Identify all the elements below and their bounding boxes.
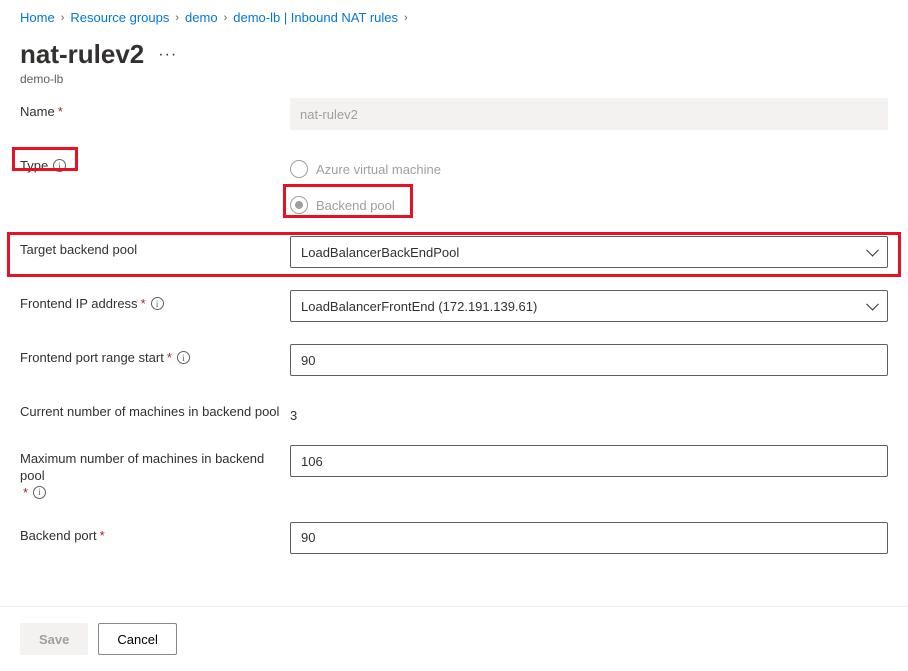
label-target-backend-pool: Target backend pool bbox=[20, 242, 137, 259]
breadcrumb-home[interactable]: Home bbox=[20, 10, 55, 25]
required-icon: * bbox=[58, 104, 63, 119]
radio-backend-pool-label: Backend pool bbox=[316, 198, 395, 213]
label-frontend-ip: Frontend IP address bbox=[20, 296, 138, 313]
page-title: nat-rulev2 bbox=[20, 39, 144, 70]
page-subtitle: demo-lb bbox=[0, 70, 908, 98]
radio-backend-pool: Backend pool bbox=[290, 192, 888, 218]
label-frontend-port-start: Frontend port range start bbox=[20, 350, 164, 367]
info-icon[interactable]: i bbox=[53, 159, 66, 172]
breadcrumb-inbound-nat[interactable]: demo-lb | Inbound NAT rules bbox=[233, 10, 398, 25]
radio-azure-vm: Azure virtual machine bbox=[290, 156, 888, 182]
chevron-right-icon: › bbox=[175, 12, 179, 24]
target-backend-pool-value: LoadBalancerBackEndPool bbox=[301, 245, 459, 260]
required-icon: * bbox=[23, 485, 28, 500]
backend-port-input[interactable] bbox=[290, 522, 888, 554]
required-icon: * bbox=[141, 296, 146, 311]
target-backend-pool-select[interactable]: LoadBalancerBackEndPool bbox=[290, 236, 888, 268]
cancel-button[interactable]: Cancel bbox=[98, 623, 176, 655]
current-machines-value: 3 bbox=[290, 398, 888, 423]
name-input: nat-rulev2 bbox=[290, 98, 888, 130]
info-icon[interactable]: i bbox=[33, 486, 46, 499]
breadcrumb: Home › Resource groups › demo › demo-lb … bbox=[0, 0, 908, 33]
radio-icon bbox=[290, 196, 308, 214]
label-type: Type bbox=[20, 158, 48, 175]
label-backend-port: Backend port bbox=[20, 528, 97, 545]
max-machines-input[interactable] bbox=[290, 445, 888, 477]
frontend-ip-select[interactable]: LoadBalancerFrontEnd (172.191.139.61) bbox=[290, 290, 888, 322]
info-icon[interactable]: i bbox=[151, 297, 164, 310]
chevron-right-icon: › bbox=[224, 12, 228, 24]
label-current-machines: Current number of machines in backend po… bbox=[20, 404, 279, 421]
more-actions-button[interactable]: ··· bbox=[158, 46, 177, 64]
radio-azure-vm-label: Azure virtual machine bbox=[316, 162, 441, 177]
label-max-machines: Maximum number of machines in backend po… bbox=[20, 451, 290, 485]
radio-icon bbox=[290, 160, 308, 178]
save-button[interactable]: Save bbox=[20, 623, 88, 655]
chevron-right-icon: › bbox=[61, 12, 65, 24]
info-icon[interactable]: i bbox=[177, 351, 190, 364]
required-icon: * bbox=[100, 528, 105, 543]
chevron-right-icon: › bbox=[404, 12, 408, 24]
footer-toolbar: Save Cancel bbox=[0, 606, 908, 671]
frontend-ip-value: LoadBalancerFrontEnd (172.191.139.61) bbox=[301, 299, 537, 314]
frontend-port-start-input[interactable] bbox=[290, 344, 888, 376]
required-icon: * bbox=[167, 350, 172, 365]
breadcrumb-demo[interactable]: demo bbox=[185, 10, 218, 25]
breadcrumb-resource-groups[interactable]: Resource groups bbox=[70, 10, 169, 25]
label-name: Name bbox=[20, 104, 55, 121]
